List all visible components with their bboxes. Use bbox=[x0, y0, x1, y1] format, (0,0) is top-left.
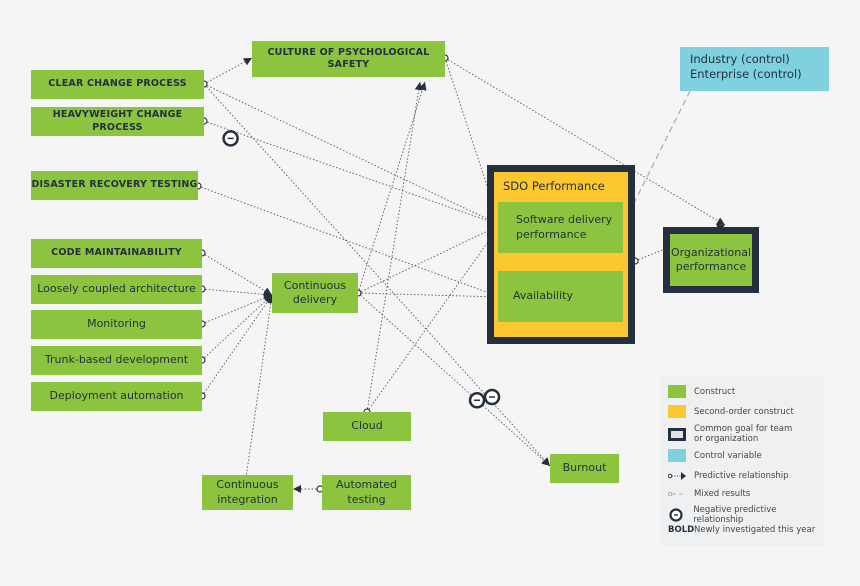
edge-heavyweight-to-sdp bbox=[203, 120, 501, 226]
edge-ci-to-cd bbox=[244, 294, 273, 486]
legend-bold: Newly investigated this year bbox=[694, 525, 816, 535]
node-culture-of-psychological-safety: CULTURE OF PSYCHOLOGICAL SAFETY bbox=[252, 41, 445, 77]
edge-cd-to-availability bbox=[357, 292, 501, 298]
legend-bold-key: BOLD bbox=[668, 525, 695, 535]
control-variables: Industry (control) Enterprise (control) bbox=[680, 47, 829, 91]
sdo-title: SDO Performance bbox=[503, 179, 605, 193]
edge-deploy-to-cd bbox=[201, 294, 273, 397]
edge-code_maint-to-cd bbox=[201, 252, 273, 296]
legend-mixed: Mixed results bbox=[694, 489, 751, 499]
control-swatch bbox=[668, 449, 686, 462]
node-disaster-recovery-testing: DISASTER RECOVERY TESTING bbox=[31, 171, 198, 200]
legend-negative: Negative predictive relationship bbox=[693, 505, 777, 525]
node-code-maintainability: CODE MAINTAINABILITY bbox=[31, 239, 202, 268]
node-deployment-automation: Deployment automation bbox=[31, 382, 202, 411]
sdo-performance-group: SDO Performance Software delivery perfor… bbox=[487, 165, 635, 344]
edge-clear_change-to-sdp bbox=[203, 83, 501, 226]
node-cloud: Cloud bbox=[323, 412, 411, 441]
second-order-swatch bbox=[668, 405, 686, 418]
edge-cd-to-sdp bbox=[357, 224, 501, 294]
legend-goal: Common goal for team or organization bbox=[694, 424, 793, 444]
node-monitoring: Monitoring bbox=[31, 310, 202, 339]
node-heavyweight-change-process: HEAVYWEIGHT CHANGE PROCESS bbox=[31, 107, 204, 136]
edge-loosely-to-cd bbox=[201, 288, 273, 296]
arrowhead-icon bbox=[716, 217, 725, 225]
organizational-performance-goal: Organizational performance bbox=[663, 227, 759, 293]
negative-relationship-icon bbox=[669, 508, 683, 522]
legend-predictive: Predictive relationship bbox=[694, 471, 789, 481]
goal-swatch bbox=[668, 427, 686, 441]
edge-clear_change-to-culture bbox=[203, 57, 253, 85]
node-availability: Availability bbox=[498, 271, 623, 322]
node-loosely-coupled-architecture: Loosely coupled architecture bbox=[31, 275, 202, 304]
mixed-results-icon bbox=[668, 491, 686, 497]
node-automated-testing: Automated testing bbox=[322, 475, 411, 510]
predictive-arrow-icon bbox=[668, 472, 686, 480]
node-continuous-delivery: Continuous delivery bbox=[272, 273, 358, 313]
edge-trunk-to-cd bbox=[201, 294, 273, 361]
control-industry: Industry (control) bbox=[690, 52, 790, 66]
edge-monitoring-to-cd bbox=[201, 294, 273, 325]
node-clear-change-process: CLEAR CHANGE PROCESS bbox=[31, 70, 204, 99]
legend: Construct Second-order construct Common … bbox=[660, 376, 824, 546]
legend-construct: Construct bbox=[694, 386, 736, 397]
node-burnout: Burnout bbox=[550, 454, 619, 483]
edge-cloud-to-culture bbox=[366, 81, 421, 413]
arrowhead-icon bbox=[293, 485, 301, 493]
node-organizational-performance: Organizational performance bbox=[670, 234, 752, 286]
construct-swatch bbox=[668, 385, 686, 398]
node-trunk-based-development: Trunk-based development bbox=[31, 346, 202, 375]
legend-control: Control variable bbox=[694, 450, 762, 461]
legend-second-order: Second-order construct bbox=[694, 406, 794, 417]
node-software-delivery-performance: Software delivery performance bbox=[498, 202, 623, 253]
control-enterprise: Enterprise (control) bbox=[690, 66, 802, 81]
node-continuous-integration: Continuous integration bbox=[202, 475, 293, 510]
